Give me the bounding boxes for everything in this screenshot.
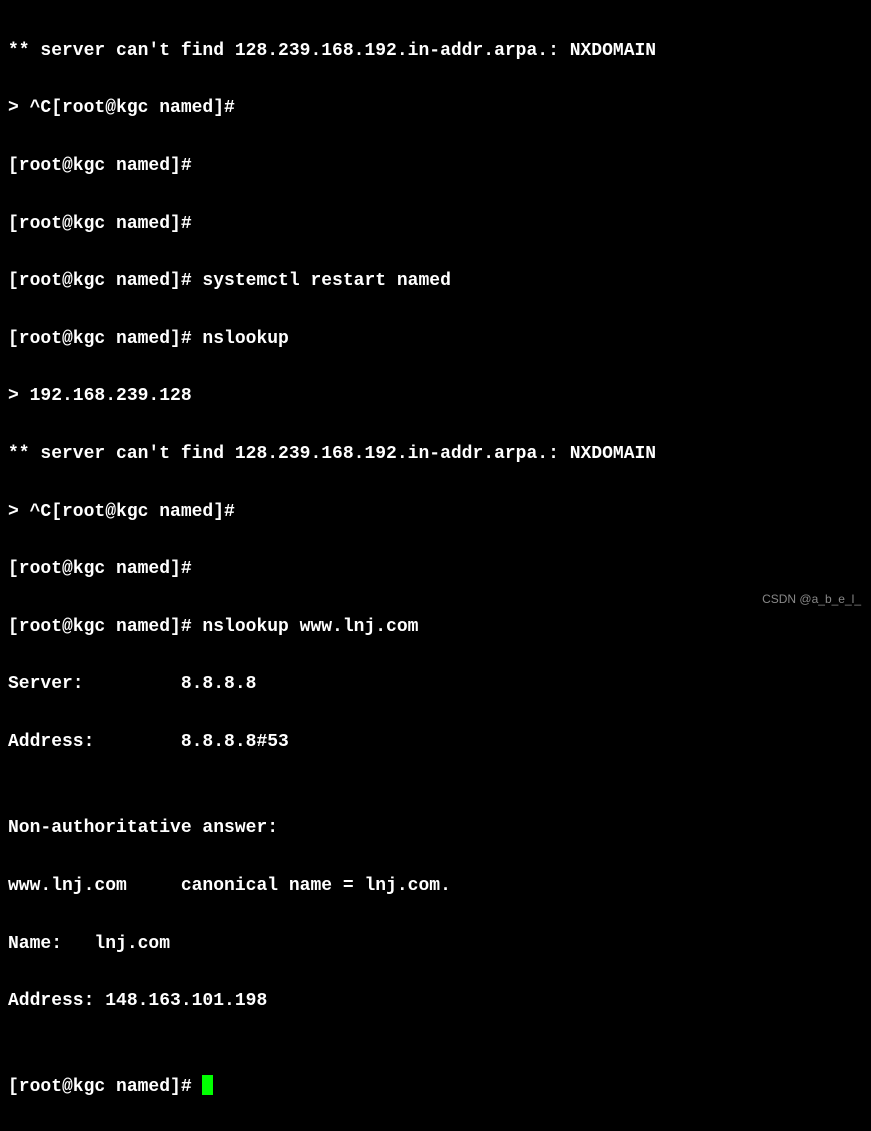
output-line: Server: 8.8.8.8 (8, 670, 863, 699)
output-line: ** server can't find 128.239.168.192.in-… (8, 37, 863, 66)
terminal-output[interactable]: ** server can't find 128.239.168.192.in-… (8, 8, 863, 1131)
output-line: Address: 148.163.101.198 (8, 987, 863, 1016)
output-line: > 192.168.239.128 (8, 382, 863, 411)
output-line: Name: lnj.com (8, 930, 863, 959)
output-line: > ^C[root@kgc named]# (8, 94, 863, 123)
output-line: > ^C[root@kgc named]# (8, 498, 863, 527)
output-line: [root@kgc named]# nslookup (8, 325, 863, 354)
output-line: Non-authoritative answer: (8, 814, 863, 843)
output-line: www.lnj.com canonical name = lnj.com. (8, 872, 863, 901)
watermark-text: CSDN @a_b_e_l_ (762, 590, 861, 609)
output-line: ** server can't find 128.239.168.192.in-… (8, 440, 863, 469)
output-line: [root@kgc named]# systemctl restart name… (8, 267, 863, 296)
cursor-icon (202, 1075, 213, 1095)
output-line: Address: 8.8.8.8#53 (8, 728, 863, 757)
prompt-text: [root@kgc named]# (8, 1077, 202, 1097)
output-line: [root@kgc named]# nslookup www.lnj.com (8, 613, 863, 642)
output-line: [root@kgc named]# (8, 555, 863, 584)
output-line: [root@kgc named]# (8, 152, 863, 181)
prompt-line[interactable]: [root@kgc named]# (8, 1073, 863, 1102)
output-line: [root@kgc named]# (8, 210, 863, 239)
